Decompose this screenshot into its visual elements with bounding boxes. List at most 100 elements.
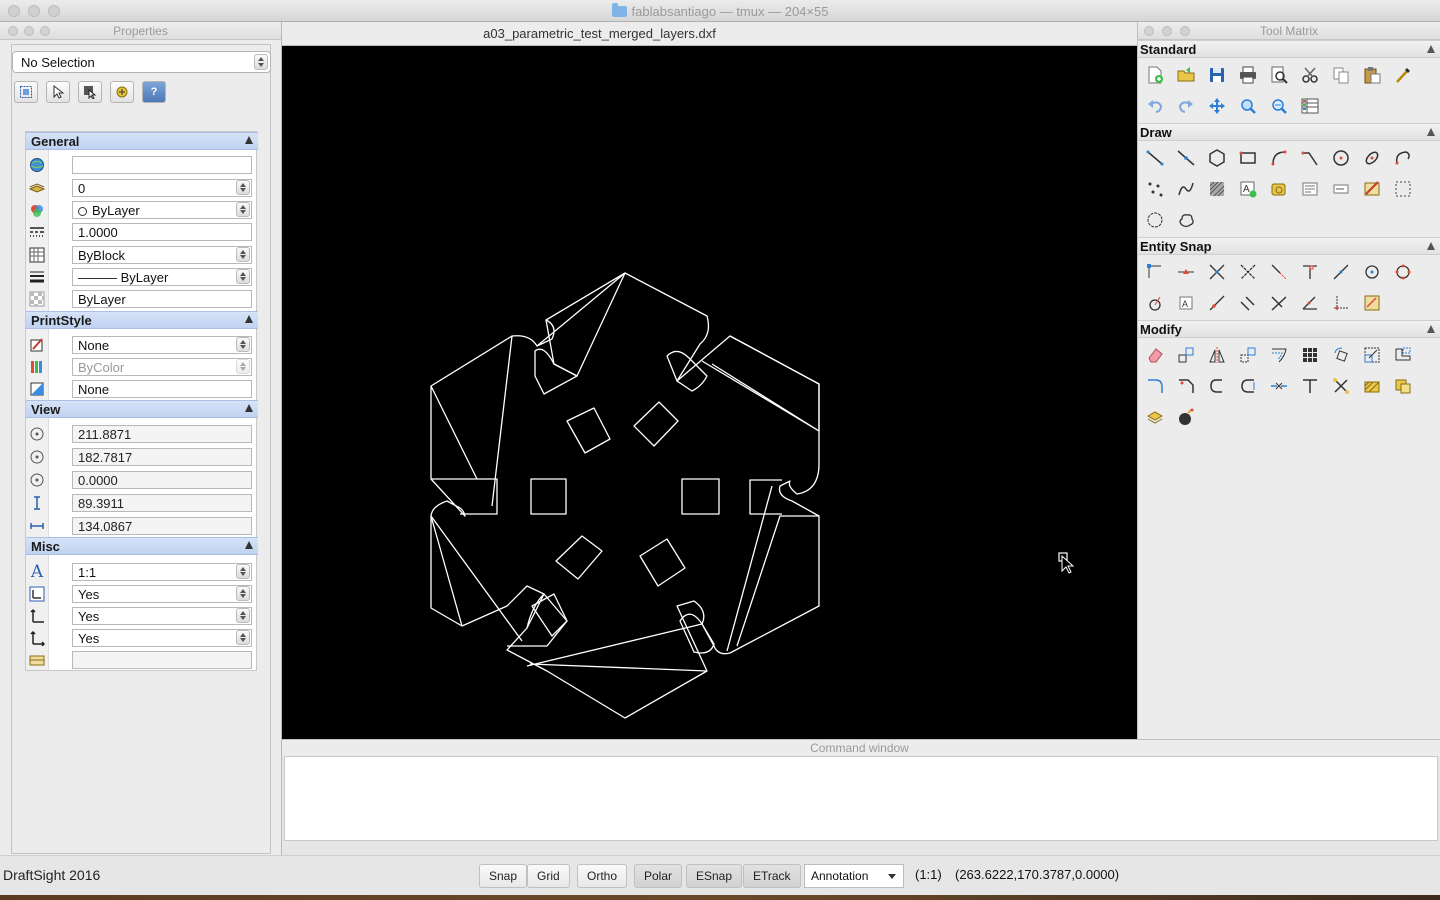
polar-toggle[interactable]: Polar — [634, 864, 683, 888]
trim-tool[interactable] — [1206, 375, 1228, 397]
grid-toggle[interactable]: Grid — [527, 864, 570, 888]
point-tool[interactable] — [1144, 178, 1166, 200]
insert-text-tool[interactable]: A — [1237, 178, 1259, 200]
polyline-tool[interactable] — [1299, 147, 1321, 169]
snap-insertion[interactable]: A — [1175, 292, 1197, 314]
center-y-field[interactable]: 182.7817 — [72, 448, 252, 466]
section-draw[interactable]: Draw — [1138, 123, 1440, 141]
copy-button[interactable] — [1330, 64, 1352, 86]
layer-dropdown[interactable]: 0 — [72, 179, 252, 197]
explode-bomb-tool[interactable] — [1175, 406, 1197, 428]
spline-tool[interactable] — [1175, 178, 1197, 200]
snap-endpoint[interactable] — [1144, 261, 1166, 283]
new-button[interactable] — [1144, 64, 1166, 86]
edit-pattern-tool[interactable] — [1144, 406, 1166, 428]
explode-tool[interactable] — [1330, 375, 1352, 397]
freehand-tool[interactable] — [1175, 209, 1197, 231]
print-button[interactable] — [1237, 64, 1259, 86]
section-misc[interactable]: Misc — [26, 537, 258, 555]
lineweight-dropdown[interactable]: ByBlock — [72, 246, 252, 264]
arc-tool[interactable] — [1268, 147, 1290, 169]
help-button[interactable]: ? — [142, 81, 166, 103]
cut-button[interactable] — [1299, 64, 1321, 86]
hatch-tool[interactable] — [1206, 178, 1228, 200]
image-tool[interactable] — [1361, 178, 1383, 200]
mirror-tool[interactable] — [1206, 344, 1228, 366]
undo-button[interactable] — [1144, 95, 1166, 117]
snap-apparent-intersection[interactable] — [1237, 261, 1259, 283]
snap-quadrant[interactable] — [1392, 261, 1414, 283]
center-z-field[interactable]: 0.0000 — [72, 471, 252, 489]
section-general[interactable]: General — [26, 132, 258, 150]
snap-midpoint[interactable] — [1175, 261, 1197, 283]
note-tool[interactable] — [1299, 178, 1321, 200]
section-view[interactable]: View — [26, 400, 258, 418]
ucs-per-viewport-dropdown[interactable]: Yes — [72, 629, 252, 647]
print-table-type-field[interactable]: None — [72, 380, 252, 398]
snap-intersection[interactable] — [1206, 261, 1228, 283]
ucs-name-field[interactable] — [72, 651, 252, 669]
section-printstyle[interactable]: PrintStyle — [26, 311, 258, 329]
layers-manager-button[interactable] — [1299, 95, 1321, 117]
center-x-field[interactable]: 211.8871 — [72, 425, 252, 443]
zoom-realtime-button[interactable] — [1237, 95, 1259, 117]
block-tool[interactable] — [1268, 178, 1290, 200]
quick-select-button[interactable] — [78, 81, 102, 103]
ortho-toggle[interactable]: Ortho — [577, 864, 628, 888]
toggle-pickadd-button[interactable] — [110, 81, 134, 103]
infinite-line-tool[interactable] — [1175, 147, 1197, 169]
drawing-canvas[interactable] — [282, 46, 1137, 739]
linetype-scale-field[interactable]: 1.0000 — [72, 223, 252, 241]
section-standard[interactable]: Standard — [1138, 40, 1440, 58]
edit-block-tool[interactable] — [1392, 375, 1414, 397]
stretch-tool[interactable] — [1392, 344, 1414, 366]
snap-settings[interactable] — [1361, 292, 1383, 314]
snap-nearest[interactable] — [1206, 292, 1228, 314]
ucs-icon-on-dropdown[interactable]: Yes — [72, 585, 252, 603]
match-properties-button[interactable] — [1392, 64, 1414, 86]
linestyle-dropdown[interactable]: ——— ByLayer — [72, 268, 252, 286]
width-field[interactable]: 134.0867 — [72, 517, 252, 535]
snap-tangent[interactable] — [1330, 261, 1352, 283]
paste-button[interactable] — [1361, 64, 1383, 86]
move-tool[interactable] — [1237, 344, 1259, 366]
break-tool[interactable] — [1268, 375, 1290, 397]
snap-center[interactable] — [1361, 261, 1383, 283]
edit-hatch-tool[interactable] — [1361, 375, 1383, 397]
ucs-icon-origin-dropdown[interactable]: Yes — [72, 607, 252, 625]
offset-tool[interactable] — [1268, 344, 1290, 366]
circle-tool[interactable] — [1330, 147, 1352, 169]
revision-cloud-tool[interactable] — [1144, 209, 1166, 231]
chamfer-tool[interactable] — [1175, 375, 1197, 397]
snap-toggle[interactable]: Snap — [479, 864, 528, 888]
section-modify[interactable]: Modify — [1138, 320, 1440, 338]
print-style-dropdown[interactable]: None — [72, 336, 252, 354]
region-tool[interactable] — [1392, 178, 1414, 200]
snap-from[interactable] — [1299, 292, 1321, 314]
select-objects-button[interactable] — [46, 81, 70, 103]
elliptical-arc-tool[interactable] — [1392, 147, 1414, 169]
etrack-toggle[interactable]: ETrack — [743, 864, 801, 888]
snap-parallel[interactable] — [1237, 292, 1259, 314]
redo-button[interactable] — [1175, 95, 1197, 117]
snap-tracking[interactable] — [1330, 292, 1352, 314]
extend-tool[interactable] — [1237, 375, 1259, 397]
delete-tool[interactable] — [1144, 344, 1166, 366]
pattern-tool[interactable] — [1299, 344, 1321, 366]
snap-angle[interactable] — [1268, 292, 1290, 314]
fillet-tool[interactable] — [1144, 375, 1166, 397]
transparency-field[interactable]: ByLayer — [72, 290, 252, 308]
save-button[interactable] — [1206, 64, 1228, 86]
esnap-toggle[interactable]: ESnap — [686, 864, 743, 888]
zoom-previous-button[interactable] — [1268, 95, 1290, 117]
line-tool[interactable] — [1144, 147, 1166, 169]
rectangle-tool[interactable] — [1237, 147, 1259, 169]
select-all-button[interactable] — [14, 81, 38, 103]
section-entity-snap[interactable]: Entity Snap — [1138, 237, 1440, 255]
join-tool[interactable] — [1299, 375, 1321, 397]
snap-node[interactable] — [1144, 292, 1166, 314]
pan-button[interactable] — [1206, 95, 1228, 117]
print-table-dropdown[interactable]: ByColor — [72, 358, 252, 376]
ellipse-tool[interactable] — [1361, 147, 1383, 169]
snap-extension[interactable] — [1268, 261, 1290, 283]
